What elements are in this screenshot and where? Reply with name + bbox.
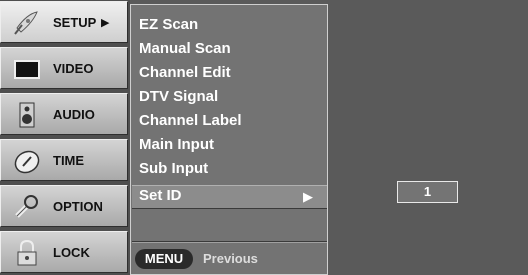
wrench-icon	[13, 194, 41, 220]
sidebar-item-option[interactable]: OPTION	[0, 185, 128, 227]
set-id-value-field[interactable]: 1	[397, 181, 458, 203]
main-menu-sidebar: SETUP ▶ VIDEO AUDIO TIME OPTION LOCK	[0, 0, 130, 275]
padlock-icon	[13, 239, 41, 266]
menu-item-ez-scan[interactable]: EZ Scan	[139, 13, 198, 37]
sidebar-item-label: LOCK	[53, 245, 90, 260]
tv-screen-icon	[13, 56, 41, 82]
menu-item-channel-edit[interactable]: Channel Edit	[139, 61, 231, 85]
speaker-icon	[13, 102, 41, 128]
sidebar-item-setup[interactable]: SETUP ▶	[0, 1, 128, 43]
menu-item-main-input[interactable]: Main Input	[139, 133, 214, 157]
sidebar-item-lock[interactable]: LOCK	[0, 231, 128, 273]
menu-key-button[interactable]: MENU	[135, 249, 193, 269]
right-arrow-icon: ▶	[303, 189, 313, 204]
menu-item-dtv-signal[interactable]: DTV Signal	[139, 85, 218, 109]
satellite-dish-icon	[13, 10, 41, 36]
tv-osd-screen: SETUP ▶ VIDEO AUDIO TIME OPTION LOCK EZ …	[0, 0, 528, 275]
menu-divider	[132, 241, 327, 243]
setup-submenu-panel: EZ Scan Manual Scan Channel Edit DTV Sig…	[130, 4, 328, 275]
clock-icon	[13, 148, 41, 174]
submenu-arrow-icon: ▶	[101, 17, 110, 29]
sidebar-item-label: TIME	[53, 153, 85, 168]
sidebar-item-label: SETUP	[53, 15, 97, 30]
sidebar-item-label: VIDEO	[53, 61, 94, 76]
sidebar-item-video[interactable]: VIDEO	[0, 47, 128, 89]
sidebar-item-audio[interactable]: AUDIO	[0, 93, 128, 135]
sidebar-item-time[interactable]: TIME	[0, 139, 128, 181]
menu-item-channel-label[interactable]: Channel Label	[139, 109, 242, 133]
sidebar-item-label: AUDIO	[53, 107, 95, 122]
menu-item-set-id[interactable]: Set ID	[139, 184, 182, 208]
sidebar-item-label: OPTION	[53, 199, 103, 214]
menu-item-sub-input[interactable]: Sub Input	[139, 157, 208, 181]
menu-item-manual-scan[interactable]: Manual Scan	[139, 37, 231, 61]
previous-label: Previous	[203, 251, 258, 266]
